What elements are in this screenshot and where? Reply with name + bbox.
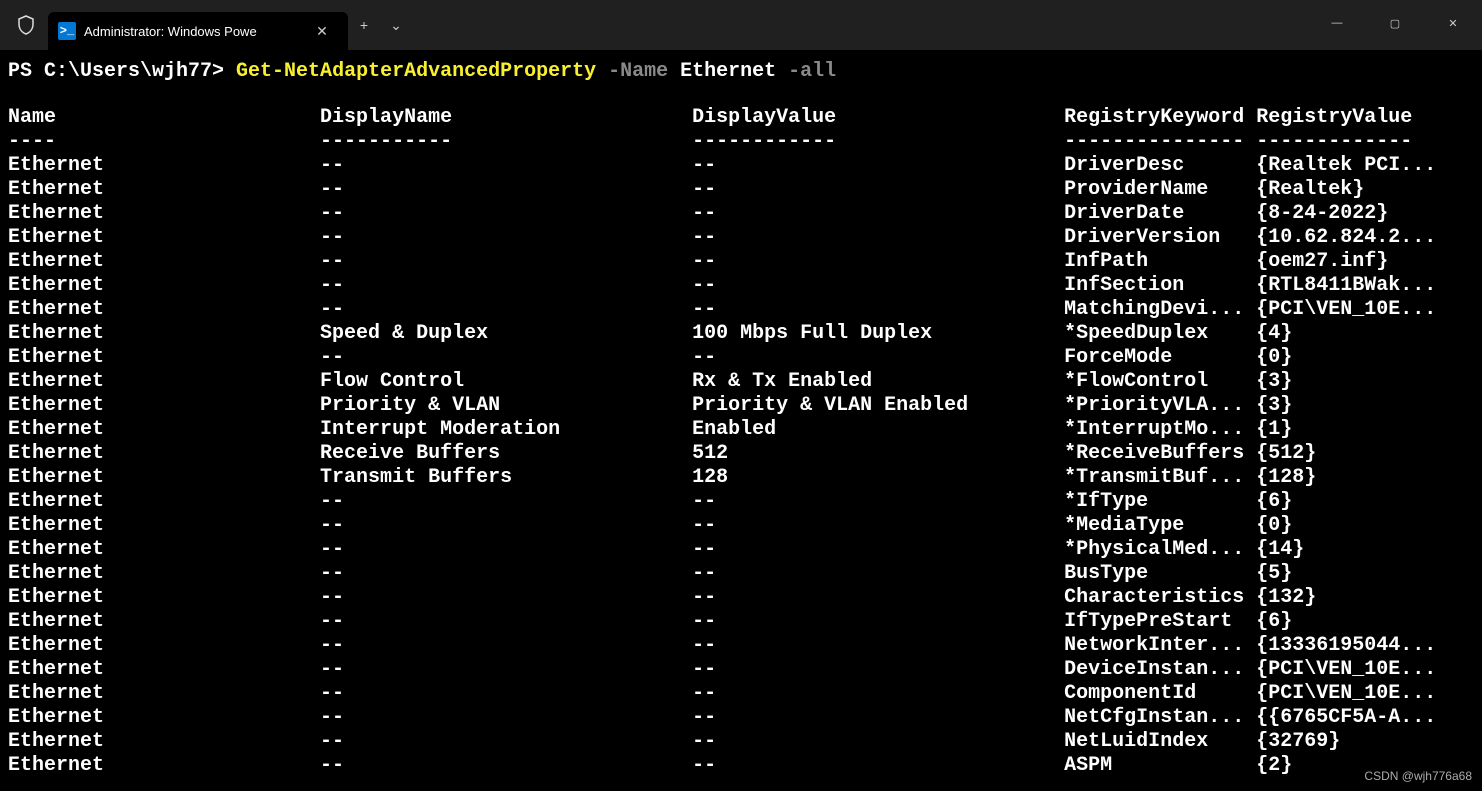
minimize-button[interactable]: — <box>1308 4 1366 42</box>
close-tab-button[interactable]: ✕ <box>306 15 338 47</box>
command-name: Get-NetAdapterAdvancedProperty <box>236 60 596 83</box>
output-table: Name DisplayName DisplayValue RegistryKe… <box>8 106 1474 778</box>
command-arg: Ethernet <box>668 60 776 83</box>
tab-dropdown-button[interactable]: ⌄ <box>380 9 412 41</box>
titlebar: >_ Administrator: Windows Powe ✕ + ⌄ — ▢… <box>0 0 1482 50</box>
shield-icon <box>8 6 44 44</box>
command-line: PS C:\Users\wjh77> Get-NetAdapterAdvance… <box>8 60 1474 84</box>
window: >_ Administrator: Windows Powe ✕ + ⌄ — ▢… <box>0 0 1482 791</box>
watermark: CSDN @wjh776a68 <box>1364 769 1472 783</box>
close-window-button[interactable]: ✕ <box>1424 4 1482 42</box>
window-controls: — ▢ ✕ <box>1308 0 1482 50</box>
powershell-icon: >_ <box>58 22 76 40</box>
new-tab-button[interactable]: + <box>348 9 380 41</box>
command-flag-name: -Name <box>596 60 668 83</box>
tab-title: Administrator: Windows Powe <box>84 24 298 39</box>
command-flag-all: -all <box>776 60 836 83</box>
tab-row: >_ Administrator: Windows Powe ✕ + ⌄ <box>0 0 412 50</box>
terminal[interactable]: PS C:\Users\wjh77> Get-NetAdapterAdvance… <box>0 50 1482 791</box>
prompt: PS C:\Users\wjh77> <box>8 60 236 83</box>
tab-active[interactable]: >_ Administrator: Windows Powe ✕ <box>48 12 348 50</box>
maximize-button[interactable]: ▢ <box>1366 4 1424 42</box>
